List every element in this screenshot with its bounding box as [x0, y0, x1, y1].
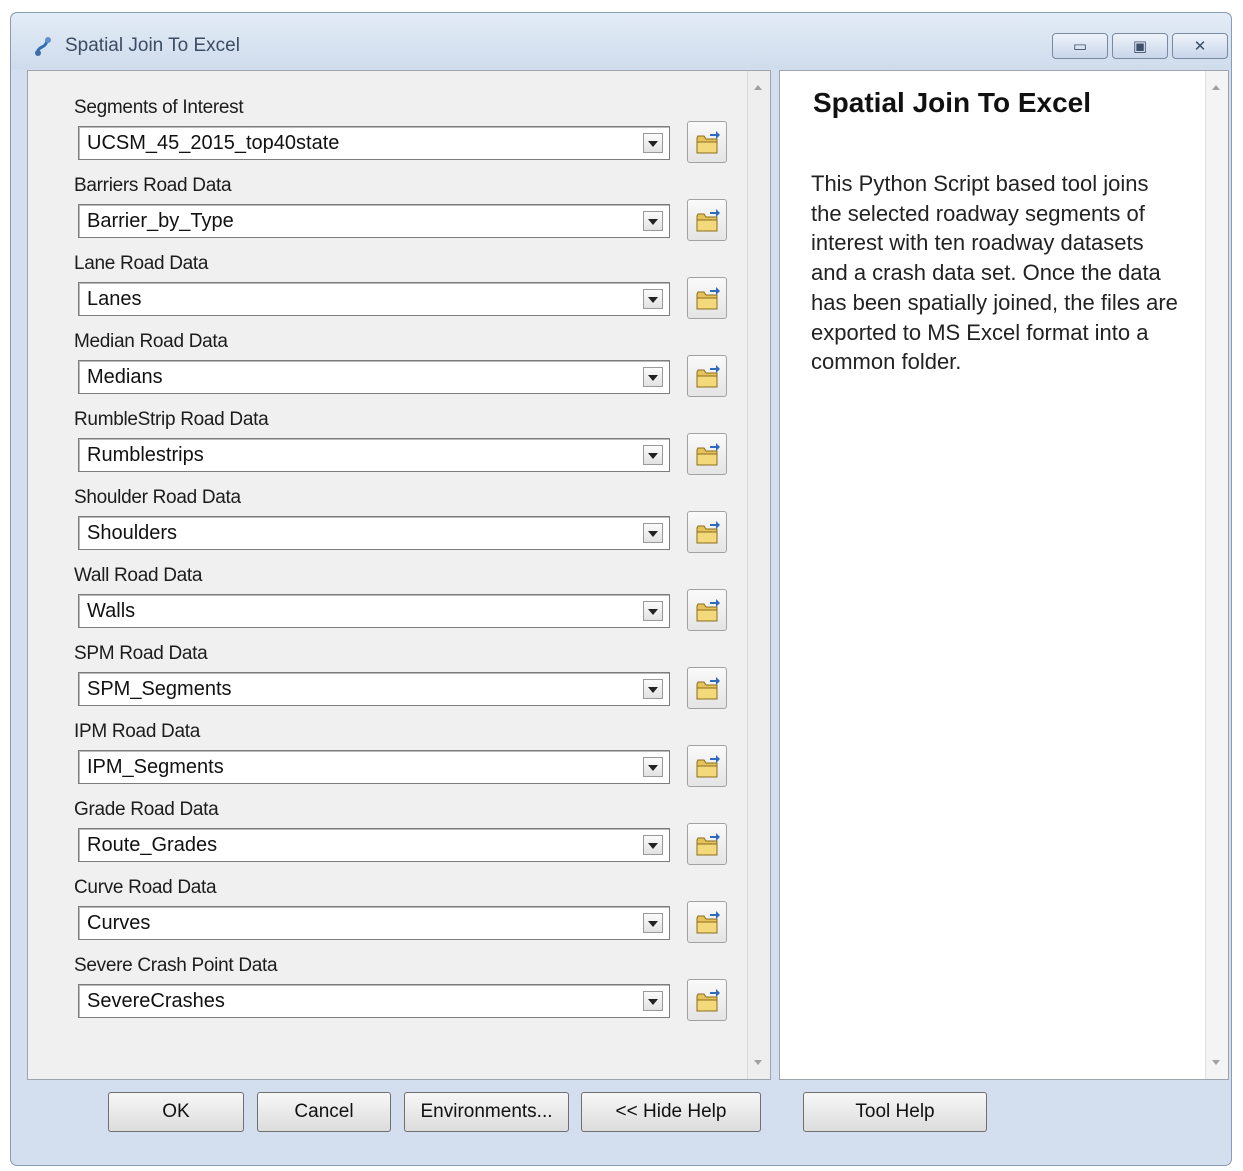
open-folder-icon	[696, 287, 720, 310]
dataset-combobox[interactable]: UCSM_45_2015_top40state	[78, 126, 670, 160]
maximize-icon: ▣	[1132, 37, 1148, 55]
browse-button[interactable]	[687, 199, 727, 241]
combobox-value: SevereCrashes	[87, 990, 225, 1012]
parameters-panel: Segments of Interest UCSM_45_2015_top40st…	[27, 70, 771, 1080]
field-label: SPM Road Data	[74, 643, 208, 664]
open-folder-icon	[696, 755, 720, 778]
dataset-combobox[interactable]: SevereCrashes	[78, 984, 670, 1018]
combobox-value: Medians	[87, 366, 163, 388]
browse-button[interactable]	[687, 277, 727, 319]
tool-dialog-window: Spatial Join To Excel ▭ ▣ ✕ Segments of …	[10, 12, 1232, 1166]
browse-button[interactable]	[687, 433, 727, 475]
combobox-value: Route_Grades	[87, 834, 218, 856]
close-button[interactable]: ✕	[1172, 33, 1228, 59]
dataset-combobox[interactable]: Route_Grades	[78, 828, 670, 862]
chevron-down-icon[interactable]	[643, 757, 663, 777]
chevron-down-icon[interactable]	[643, 991, 663, 1011]
combobox-value: Rumblestrips	[87, 444, 204, 466]
python-script-tool-icon	[35, 37, 51, 56]
open-folder-icon	[696, 599, 720, 622]
dataset-combobox[interactable]: Lanes	[78, 282, 670, 316]
close-icon: ✕	[1193, 37, 1207, 55]
chevron-down-icon[interactable]	[643, 601, 663, 621]
open-folder-icon	[696, 989, 720, 1012]
field-label: Lane Road Data	[74, 253, 209, 274]
field-label: Grade Road Data	[74, 799, 219, 820]
open-folder-icon	[696, 677, 720, 700]
open-folder-icon	[696, 911, 720, 934]
field-label: Median Road Data	[74, 331, 228, 352]
chevron-down-icon[interactable]	[643, 367, 663, 387]
minimize-icon: ▭	[1072, 37, 1088, 55]
chevron-down-icon[interactable]	[643, 289, 663, 309]
browse-button[interactable]	[687, 979, 727, 1021]
field-label: Wall Road Data	[74, 565, 203, 586]
dataset-combobox[interactable]: SPM_Segments	[78, 672, 670, 706]
chevron-down-icon[interactable]	[643, 445, 663, 465]
open-folder-icon	[696, 209, 720, 232]
browse-button[interactable]	[687, 589, 727, 631]
field-label: Barriers Road Data	[74, 175, 232, 196]
field-label: Shoulder Road Data	[74, 487, 241, 508]
dataset-combobox[interactable]: Walls	[78, 594, 670, 628]
hide-help-button[interactable]: << Hide Help	[581, 1092, 761, 1132]
parameters-scrollbar[interactable]	[747, 71, 770, 1079]
combobox-value: Lanes	[87, 288, 142, 310]
help-title: Spatial Join To Excel	[813, 87, 1092, 118]
chevron-down-icon[interactable]	[643, 133, 663, 153]
chevron-down-icon[interactable]	[643, 679, 663, 699]
dataset-combobox[interactable]: Shoulders	[78, 516, 670, 550]
combobox-value: IPM_Segments	[87, 756, 224, 778]
browse-button[interactable]	[687, 121, 727, 163]
cancel-button[interactable]: Cancel	[257, 1092, 391, 1132]
combobox-value: Barrier_by_Type	[87, 210, 234, 232]
scroll-up-icon[interactable]	[1212, 85, 1220, 90]
open-folder-icon	[696, 131, 720, 154]
field-label: RumbleStrip Road Data	[74, 409, 269, 430]
combobox-value: Walls	[87, 600, 136, 622]
open-folder-icon	[696, 365, 720, 388]
chevron-down-icon[interactable]	[643, 523, 663, 543]
browse-button[interactable]	[687, 901, 727, 943]
scroll-down-icon[interactable]	[1212, 1060, 1220, 1065]
dataset-combobox[interactable]: Barrier_by_Type	[78, 204, 670, 238]
open-folder-icon	[696, 443, 720, 466]
scroll-up-icon[interactable]	[754, 85, 762, 90]
help-panel: Spatial Join To Excel This Python Script…	[779, 70, 1229, 1080]
chevron-down-icon[interactable]	[643, 913, 663, 933]
minimize-button[interactable]: ▭	[1052, 33, 1108, 59]
combobox-value: UCSM_45_2015_top40state	[87, 132, 340, 154]
help-scrollbar[interactable]	[1205, 71, 1228, 1079]
ok-button[interactable]: OK	[108, 1092, 244, 1132]
chevron-down-icon[interactable]	[643, 835, 663, 855]
field-label: IPM Road Data	[74, 721, 200, 742]
open-folder-icon	[696, 833, 720, 856]
combobox-value: Shoulders	[87, 522, 178, 544]
chevron-down-icon[interactable]	[643, 211, 663, 231]
dataset-combobox[interactable]: Curves	[78, 906, 670, 940]
field-label: Curve Road Data	[74, 877, 217, 898]
browse-button[interactable]	[687, 511, 727, 553]
help-description: This Python Script based tool joins the …	[811, 171, 1178, 375]
environments-button[interactable]: Environments...	[404, 1092, 569, 1132]
maximize-button[interactable]: ▣	[1112, 33, 1168, 59]
browse-button[interactable]	[687, 355, 727, 397]
browse-button[interactable]	[687, 745, 727, 787]
window-title: Spatial Join To Excel	[65, 35, 240, 56]
combobox-value: Curves	[87, 912, 151, 934]
browse-button[interactable]	[687, 667, 727, 709]
dataset-combobox[interactable]: Medians	[78, 360, 670, 394]
field-label: Severe Crash Point Data	[74, 955, 278, 976]
field-label: Segments of Interest	[74, 97, 244, 118]
combobox-value: SPM_Segments	[87, 678, 232, 700]
browse-button[interactable]	[687, 823, 727, 865]
dataset-combobox[interactable]: Rumblestrips	[78, 438, 670, 472]
open-folder-icon	[696, 521, 720, 544]
tool-help-button[interactable]: Tool Help	[803, 1092, 987, 1132]
dataset-combobox[interactable]: IPM_Segments	[78, 750, 670, 784]
title-bar[interactable]: Spatial Join To Excel ▭ ▣ ✕	[11, 13, 1231, 69]
scroll-down-icon[interactable]	[754, 1060, 762, 1065]
